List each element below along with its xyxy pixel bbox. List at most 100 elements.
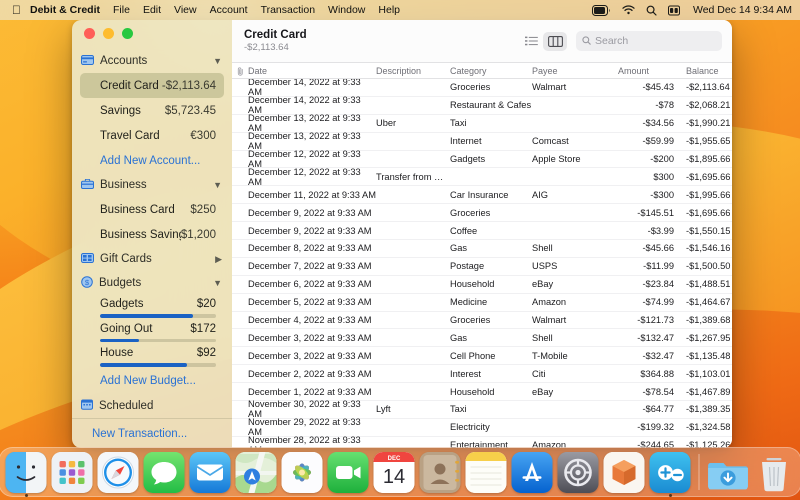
chevron-down-icon-business[interactable]: ▼ [213, 181, 222, 190]
sidebar-item-business-savings[interactable]: Business Savings $1,200 [80, 222, 224, 247]
cell-amount: -$32.47 [614, 351, 686, 361]
menu-item-transaction[interactable]: Transaction [261, 4, 315, 16]
toolbar: Credit Card -$2,113.64 [232, 20, 732, 62]
dock-item-photos[interactable] [282, 452, 323, 493]
cell-payee: T-Mobile [532, 351, 614, 361]
cell-category: Household [450, 279, 532, 289]
table-row[interactable]: December 14, 2022 at 9:33 AMRestaurant &… [232, 97, 732, 115]
column-header-balance[interactable]: Balance [686, 66, 732, 76]
battery-icon[interactable] [592, 5, 611, 16]
table-row[interactable]: December 6, 2022 at 9:33 AMHouseholdeBay… [232, 276, 732, 294]
column-header-date[interactable]: Date [248, 66, 376, 76]
column-header-description[interactable]: Description [376, 66, 450, 76]
column-header-amount[interactable]: Amount [614, 66, 686, 76]
cell-description: Lyft [376, 404, 450, 414]
chevron-down-icon-accounts[interactable]: ▼ [213, 57, 222, 66]
apple-logo-icon[interactable]:  [12, 4, 21, 16]
calendar-icon [81, 399, 93, 413]
cell-category: Gas [450, 333, 532, 343]
sidebar-group-accounts[interactable]: Accounts ▼ [72, 49, 232, 73]
menu-item-window[interactable]: Window [328, 4, 365, 16]
menu-app-name[interactable]: Debit & Credit [30, 4, 100, 16]
table-row[interactable]: December 12, 2022 at 9:33 AMTransfer fro… [232, 168, 732, 186]
sidebar-group-business[interactable]: Business ▼ [72, 173, 232, 197]
dock-item-settings[interactable] [558, 452, 599, 493]
column-header-payee[interactable]: Payee [532, 66, 614, 76]
sidebar-group-budgets[interactable]: $ Budgets ▼ [72, 271, 232, 295]
wifi-icon[interactable] [622, 5, 635, 15]
search-input[interactable]: Search [576, 31, 722, 51]
table-row[interactable]: December 11, 2022 at 9:33 AMCar Insuranc… [232, 186, 732, 204]
sidebar-scroll: Accounts ▼ Credit Card -$2,113.64 Saving… [72, 46, 232, 418]
table-row[interactable]: December 4, 2022 at 9:33 AMGroceriesWalm… [232, 312, 732, 330]
dock-item-notes[interactable] [466, 452, 507, 493]
chevron-right-icon-gift-cards[interactable]: ▶ [215, 255, 222, 264]
cell-amount: -$78.54 [614, 387, 686, 397]
dock-item-contacts[interactable] [420, 452, 461, 493]
dock-item-keynote[interactable] [604, 452, 645, 493]
budget-item-gadgets[interactable]: Gadgets $20 [80, 295, 224, 320]
sidebar-item-savings[interactable]: Savings $5,723.45 [80, 98, 224, 123]
table-row[interactable]: December 3, 2022 at 9:33 AMCell PhoneT-M… [232, 347, 732, 365]
dock-item-calendar[interactable]: DEC 14 [374, 452, 415, 493]
close-button[interactable] [84, 28, 95, 39]
add-new-account-link[interactable]: Add New Account... [80, 148, 224, 173]
menu-item-view[interactable]: View [174, 4, 197, 16]
running-indicator [669, 494, 672, 497]
table-row[interactable]: December 14, 2022 at 9:33 AMGroceriesWal… [232, 79, 732, 97]
table-row[interactable]: December 3, 2022 at 9:33 AMGasShell-$132… [232, 329, 732, 347]
menu-item-account[interactable]: Account [210, 4, 248, 16]
budget-item-going-out[interactable]: Going Out $172 [80, 320, 224, 345]
table-row[interactable]: November 29, 2022 at 9:33 AMElectricity-… [232, 419, 732, 437]
sidebar-group-scheduled[interactable]: Scheduled [72, 394, 232, 418]
table-row[interactable]: December 7, 2022 at 9:33 AMPostageUSPS-$… [232, 258, 732, 276]
dock-item-trash[interactable] [754, 452, 795, 493]
table-row[interactable]: December 1, 2022 at 9:33 AMHouseholdeBay… [232, 383, 732, 401]
dock-item-mail[interactable] [190, 452, 231, 493]
dock-item-safari[interactable] [98, 452, 139, 493]
sidebar-item-credit-card[interactable]: Credit Card -$2,113.64 [80, 73, 224, 98]
table-row[interactable]: December 9, 2022 at 9:33 AMGroceries-$14… [232, 204, 732, 222]
sidebar-group-gift-cards[interactable]: Gift Cards ▶ [72, 247, 232, 271]
chevron-down-icon-budgets[interactable]: ▼ [213, 279, 222, 288]
sidebar-item-business-card[interactable]: Business Card $250 [80, 197, 224, 222]
menu-item-help[interactable]: Help [378, 4, 400, 16]
add-new-budget-link[interactable]: Add New Budget... [80, 369, 224, 394]
table-row[interactable]: December 2, 2022 at 9:33 AMInterestCiti$… [232, 365, 732, 383]
table-row[interactable]: December 5, 2022 at 9:33 AMMedicineAmazo… [232, 294, 732, 312]
dock-item-facetime[interactable] [328, 452, 369, 493]
search-icon[interactable] [646, 5, 657, 16]
dock-item-messages[interactable] [144, 452, 185, 493]
table-row[interactable]: November 30, 2022 at 9:33 AMLyftTaxi-$64… [232, 401, 732, 419]
cell-date: December 9, 2022 at 9:33 AM [248, 226, 376, 236]
cell-category: Internet [450, 136, 532, 146]
sidebar-item-travel-card[interactable]: Travel Card €300 [80, 123, 224, 148]
new-transaction-link[interactable]: New Transaction... [72, 418, 232, 448]
list-view-icon[interactable] [519, 32, 543, 51]
menu-item-edit[interactable]: Edit [143, 4, 161, 16]
column-view-icon[interactable] [543, 32, 567, 51]
menu-item-file[interactable]: File [113, 4, 130, 16]
dock-item-app-store[interactable] [512, 452, 553, 493]
cell-balance: -$1,324.58 [686, 422, 732, 432]
cell-payee: Comcast [532, 136, 614, 146]
dock-item-finder[interactable] [6, 452, 47, 493]
dock-item-maps[interactable] [236, 452, 277, 493]
paperclip-icon[interactable] [232, 65, 248, 75]
table-row[interactable]: December 12, 2022 at 9:33 AMGadgetsApple… [232, 151, 732, 169]
column-header-category[interactable]: Category [450, 66, 532, 76]
table-row[interactable]: December 13, 2022 at 9:33 AMInternetComc… [232, 133, 732, 151]
table-row[interactable]: December 13, 2022 at 9:33 AMUberTaxi-$34… [232, 115, 732, 133]
dock-item-launchpad[interactable] [52, 452, 93, 493]
dock-item-debit-credit[interactable] [650, 452, 691, 493]
table-row[interactable]: December 9, 2022 at 9:33 AMCoffee-$3.99-… [232, 222, 732, 240]
menu-bar-clock[interactable]: Wed Dec 14 9:34 AM [693, 4, 792, 16]
sidebar-item-label: Business Savings [100, 229, 181, 241]
table-row[interactable]: December 8, 2022 at 9:33 AMGasShell-$45.… [232, 240, 732, 258]
minimize-button[interactable] [103, 28, 114, 39]
budget-item-house[interactable]: House $92 [80, 344, 224, 369]
sidebar-item-value: $1,200 [181, 229, 216, 241]
control-center-icon[interactable] [668, 5, 680, 16]
dock-item-downloads-folder[interactable] [708, 452, 749, 493]
zoom-button[interactable] [122, 28, 133, 39]
